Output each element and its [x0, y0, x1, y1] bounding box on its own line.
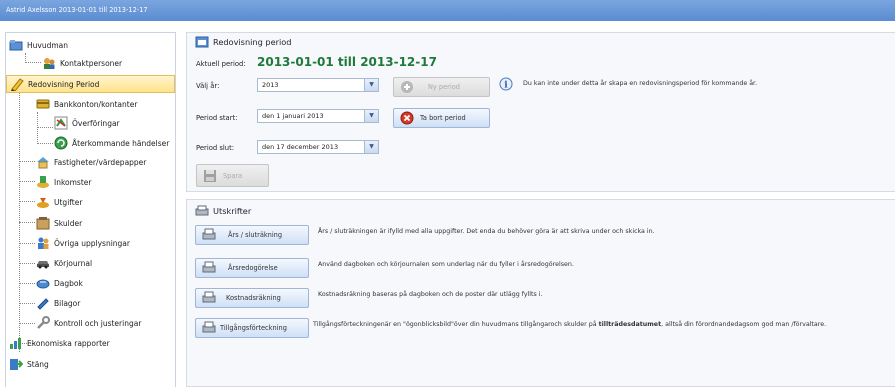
sidebar-item-redovisning-period[interactable]: Redovisning Period — [6, 75, 175, 93]
printer-icon — [202, 321, 216, 335]
svg-text:i: i — [504, 81, 508, 91]
printer-icon — [202, 291, 216, 305]
ars-slutrakning-button[interactable]: Års / sluträkning — [195, 225, 309, 245]
chevron-down-icon[interactable]: ▼ — [364, 141, 378, 153]
printer-icon — [195, 205, 209, 217]
sidebar-item-label: Huvudman — [27, 40, 69, 50]
arsredogorelse-button[interactable]: Årsredogörelse — [195, 258, 309, 278]
sidebar-item-label: Återkommande händelser — [72, 138, 170, 148]
tillgangsforteckning-button[interactable]: Tillgångsförteckning — [195, 318, 309, 338]
printer-icon — [202, 228, 216, 242]
calendar-icon — [195, 36, 209, 48]
sidebar-item-label: Övriga upplysningar — [54, 238, 130, 248]
sidebar-item-inkomster[interactable]: Inkomster — [36, 173, 91, 191]
year-select[interactable]: 2013 ▼ — [257, 78, 379, 92]
sidebar-item-stang[interactable]: Stäng — [9, 355, 49, 373]
sidebar-item-ovriga[interactable]: Övriga upplysningar — [36, 234, 130, 252]
wrench-icon — [36, 316, 50, 330]
reports-panel: Utskrifter Års / sluträkning Års / slutr… — [186, 199, 895, 387]
chevron-down-icon[interactable]: ▼ — [364, 79, 378, 91]
period-start-select[interactable]: den 1 januari 2013 ▼ — [257, 109, 379, 123]
sidebar-item-label: Körjournal — [54, 258, 93, 268]
pencil-icon — [10, 77, 24, 91]
contacts-icon — [42, 56, 56, 70]
sidebar-item-kontroll[interactable]: Kontroll och justeringar — [36, 314, 141, 332]
add-icon — [400, 80, 414, 94]
transfer-icon — [54, 116, 68, 130]
folder-icon — [9, 38, 23, 52]
remove-period-button[interactable]: Ta bort period — [393, 108, 490, 128]
sidebar-item-label: Kontroll och justeringar — [54, 318, 142, 328]
current-period-value: 2013-01-01 till 2013-12-17 — [257, 55, 437, 69]
sidebar-item-label: Bankkonton/kontanter — [54, 99, 138, 109]
info-icon: i — [499, 77, 513, 91]
sidebar-item-label: Ekonomiska rapporter — [27, 338, 110, 348]
sidebar-item-aterkommande[interactable]: Återkommande händelser — [54, 134, 169, 152]
new-period-button[interactable]: Ny period — [393, 77, 490, 97]
save-button[interactable]: Spara — [196, 164, 269, 187]
exit-icon — [9, 357, 23, 371]
sidebar-item-label: Överföringar — [72, 118, 120, 128]
report-description: Kostnadsräkning baseras på dagboken och … — [318, 291, 543, 298]
kostnadsrakning-button[interactable]: Kostnadsräkning — [195, 288, 309, 308]
debt-icon — [36, 216, 50, 230]
expense-icon — [36, 195, 50, 209]
income-icon — [36, 175, 50, 189]
sidebar-item-label: Skulder — [54, 218, 83, 228]
sidebar-item-fastigheter[interactable]: Fastigheter/värdepapper — [36, 153, 146, 171]
period-panel: Redovisning period Aktuell period: 2013-… — [186, 32, 895, 192]
sidebar-item-label: Redovisning Period — [28, 79, 100, 89]
chart-icon — [9, 336, 23, 350]
report-description: Års / sluträkningen är ifylld med alla u… — [318, 228, 655, 235]
period-end-select[interactable]: den 17 december 2013 ▼ — [257, 140, 379, 154]
year-label: Välj år: — [196, 82, 220, 90]
info-people-icon — [36, 236, 50, 250]
sidebar-item-label: Dagbok — [54, 278, 83, 288]
save-icon — [203, 169, 217, 183]
sidebar-item-kontaktpersoner[interactable]: Kontaktpersoner — [42, 54, 122, 72]
car-icon — [36, 256, 50, 270]
period-start-label: Period start: — [196, 114, 238, 122]
sidebar-item-label: Kontaktpersoner — [60, 58, 123, 68]
sidebar-item-label: Bilagor — [54, 298, 81, 308]
period-header: Redovisning period — [187, 33, 895, 51]
sidebar-item-label: Utgifter — [54, 197, 83, 207]
sidebar-item-bankkonton[interactable]: Bankkonton/kontanter — [36, 95, 137, 113]
report-description: Använd dagboken och körjournalen som und… — [318, 261, 574, 268]
current-period-label: Aktuell period: — [196, 60, 246, 68]
recurring-icon — [54, 136, 68, 150]
period-end-label: Period slut: — [196, 144, 235, 152]
info-text: Du kan inte under detta år skapa en redo… — [523, 80, 758, 87]
sidebar-item-label: Inkomster — [54, 177, 92, 187]
sidebar-item-label: Stäng — [27, 359, 49, 369]
sidebar-item-utgifter[interactable]: Utgifter — [36, 193, 82, 211]
window-title: Astrid Axelsson 2013-01-01 till 2013-12-… — [0, 0, 895, 21]
property-icon — [36, 155, 50, 169]
printer-icon — [202, 261, 216, 275]
report-description: Tillgångsförteckningenär en "ögonblicksb… — [313, 321, 827, 328]
sidebar-item-bilagor[interactable]: Bilagor — [36, 294, 80, 312]
remove-icon — [400, 111, 414, 125]
sidebar-item-dagbok[interactable]: Dagbok — [36, 274, 83, 292]
sidebar-item-korjournal[interactable]: Körjournal — [36, 254, 92, 272]
sidebar-item-label: Fastigheter/värdepapper — [54, 157, 147, 167]
sidebar: Huvudman Kontaktpersoner Redovisning Per… — [5, 32, 176, 387]
attachment-icon — [36, 296, 50, 310]
sidebar-item-overforingar[interactable]: Överföringar — [54, 114, 120, 132]
bank-icon — [36, 97, 50, 111]
diary-icon — [36, 276, 50, 290]
sidebar-item-skulder[interactable]: Skulder — [36, 214, 82, 232]
sidebar-item-huvudman[interactable]: Huvudman — [9, 36, 68, 54]
chevron-down-icon[interactable]: ▼ — [364, 110, 378, 122]
sidebar-item-ekonomiska[interactable]: Ekonomiska rapporter — [9, 334, 110, 352]
reports-header: Utskrifter — [187, 202, 895, 220]
